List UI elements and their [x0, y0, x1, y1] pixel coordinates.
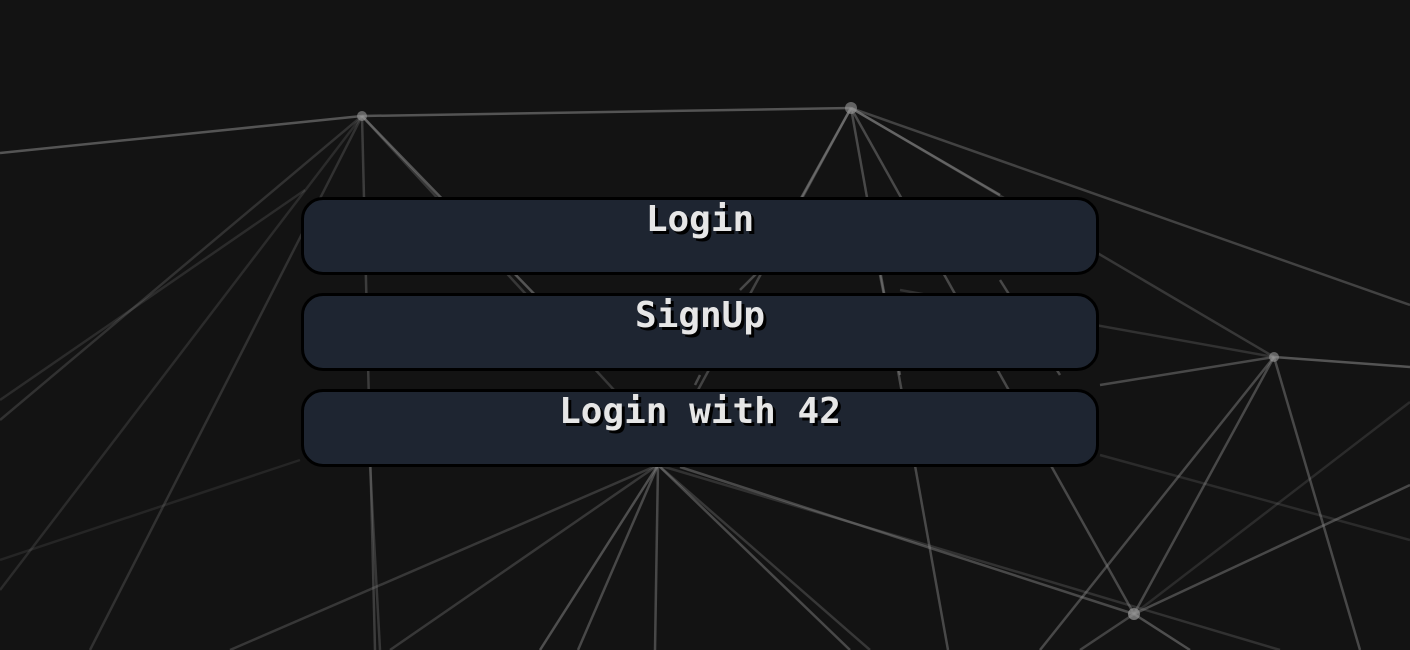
login-screen: Login SignUp Login with 42	[0, 0, 1410, 650]
login-button[interactable]: Login	[301, 197, 1099, 275]
login-with-42-button[interactable]: Login with 42	[301, 389, 1099, 467]
auth-menu: Login SignUp Login with 42	[301, 197, 1099, 467]
signup-button[interactable]: SignUp	[301, 293, 1099, 371]
